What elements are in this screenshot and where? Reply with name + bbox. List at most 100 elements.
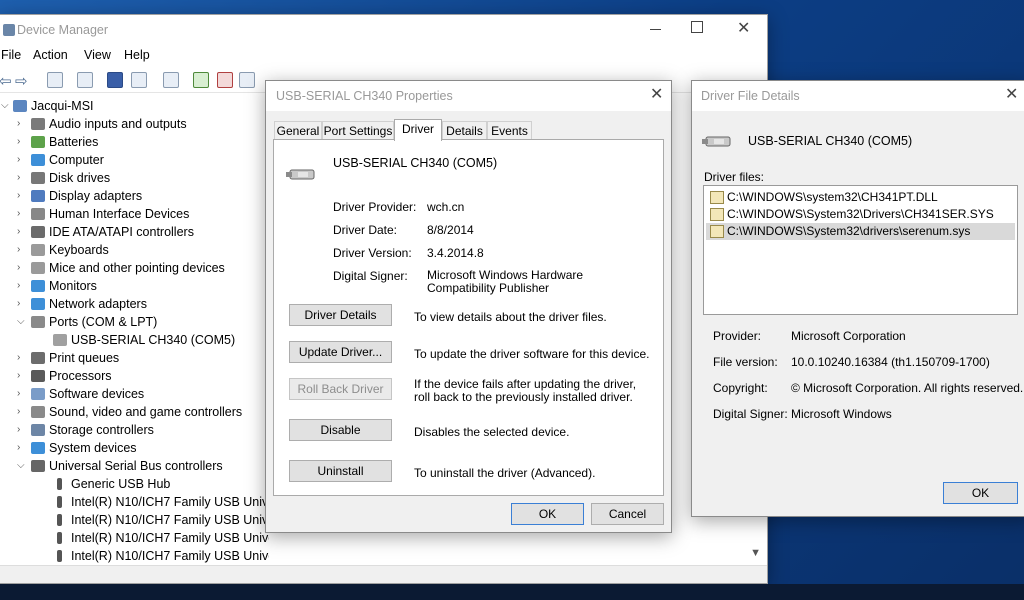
- expand-icon[interactable]: ›: [17, 187, 27, 205]
- driver-details-description: To view details about the driver files.: [414, 310, 607, 324]
- dialog-title: Driver File Details: [701, 89, 800, 103]
- menu-file[interactable]: File: [1, 48, 21, 62]
- driver-files-list[interactable]: C:\WINDOWS\system32\CH341PT.DLL C:\WINDO…: [703, 185, 1018, 315]
- close-button[interactable]: ✕: [650, 87, 663, 103]
- menu-action[interactable]: Action: [33, 48, 68, 62]
- tree-item[interactable]: › Display adapters: [0, 187, 269, 205]
- tree-item[interactable]: › Sound, video and game controllers: [0, 403, 269, 421]
- tree-item[interactable]: › Monitors: [0, 277, 269, 295]
- horizontal-scrollbar[interactable]: [0, 565, 767, 583]
- disable-button[interactable]: Disable: [289, 419, 392, 441]
- tree-item[interactable]: Generic USB Hub: [0, 475, 269, 493]
- tree-item[interactable]: Intel(R) N10/ICH7 Family USB Universal H…: [0, 529, 269, 547]
- tab-port-settings[interactable]: Port Settings: [322, 121, 394, 140]
- roll-back-driver-description: If the device fails after updating the d…: [414, 377, 637, 404]
- menu-bar: File Action View Help: [0, 45, 767, 67]
- tree-item[interactable]: › Network adapters: [0, 295, 269, 313]
- tree-item[interactable]: USB-SERIAL CH340 (COM5): [0, 331, 269, 349]
- expand-icon[interactable]: ›: [17, 349, 27, 367]
- expand-icon[interactable]: ›: [17, 115, 27, 133]
- collapse-icon[interactable]: ⌵: [17, 313, 27, 331]
- expand-icon[interactable]: ›: [17, 403, 27, 421]
- expand-icon[interactable]: ›: [17, 133, 27, 151]
- add-legacy-hardware-icon[interactable]: [239, 72, 255, 88]
- tab-general[interactable]: General: [274, 121, 322, 140]
- expand-icon[interactable]: ›: [17, 205, 27, 223]
- uninstall-device-icon[interactable]: [217, 72, 233, 88]
- tab-details[interactable]: Details: [442, 121, 487, 140]
- tree-item-label: Intel(R) N10/ICH7 Family USB Universal H…: [71, 549, 269, 563]
- update-driver-icon[interactable]: [193, 72, 209, 88]
- close-button[interactable]: ✕: [1005, 87, 1018, 103]
- ok-button[interactable]: OK: [511, 503, 584, 525]
- tab-events[interactable]: Events: [487, 121, 532, 140]
- uninstall-button[interactable]: Uninstall: [289, 460, 392, 482]
- list-item[interactable]: C:\WINDOWS\system32\CH341PT.DLL: [706, 189, 1015, 206]
- tree-item[interactable]: › Batteries: [0, 133, 269, 151]
- update-driver-button[interactable]: Update Driver...: [289, 341, 392, 363]
- device-manager-titlebar[interactable]: Device Manager ✕: [0, 15, 767, 45]
- properties-titlebar[interactable]: USB-SERIAL CH340 Properties ✕: [266, 81, 671, 111]
- tree-item[interactable]: Intel(R) N10/ICH7 Family USB Universal H…: [0, 511, 269, 529]
- view-icon[interactable]: [131, 72, 147, 88]
- speaker-icon: [31, 118, 45, 130]
- roll-back-driver-button[interactable]: Roll Back Driver: [289, 378, 392, 400]
- forward-arrow-icon[interactable]: ⇨: [15, 72, 28, 90]
- tree-item[interactable]: ⌵ Jacqui-MSI: [0, 97, 269, 115]
- expand-icon[interactable]: ›: [17, 151, 27, 169]
- expand-icon[interactable]: ›: [17, 169, 27, 187]
- tree-item[interactable]: ⌵ Universal Serial Bus controllers: [0, 457, 269, 475]
- tab-driver[interactable]: Driver: [394, 119, 442, 141]
- collapse-icon[interactable]: ⌵: [17, 457, 27, 475]
- back-arrow-icon[interactable]: ⇦: [0, 72, 12, 90]
- collapse-icon[interactable]: ⌵: [1, 97, 11, 115]
- keyboard-icon: [31, 244, 45, 256]
- tree-item[interactable]: › Storage controllers: [0, 421, 269, 439]
- tree-item[interactable]: › Disk drives: [0, 169, 269, 187]
- expand-icon[interactable]: ›: [17, 439, 27, 457]
- tree-item[interactable]: › Human Interface Devices: [0, 205, 269, 223]
- minimize-button[interactable]: [649, 21, 663, 35]
- expand-icon[interactable]: ›: [17, 241, 27, 259]
- show-hide-console-tree-icon[interactable]: [47, 72, 63, 88]
- driver-details-button[interactable]: Driver Details: [289, 304, 392, 326]
- tree-item[interactable]: › System devices: [0, 439, 269, 457]
- tree-item[interactable]: › IDE ATA/ATAPI controllers: [0, 223, 269, 241]
- usb-plug-icon: [57, 496, 62, 508]
- scan-hardware-icon[interactable]: [163, 72, 179, 88]
- list-item[interactable]: C:\WINDOWS\System32\Drivers\CH341SER.SYS: [706, 206, 1015, 223]
- expand-icon[interactable]: ›: [17, 367, 27, 385]
- maximize-button[interactable]: [691, 21, 703, 33]
- tree-item[interactable]: › Computer: [0, 151, 269, 169]
- ok-button[interactable]: OK: [943, 482, 1018, 504]
- expand-icon[interactable]: ›: [17, 223, 27, 241]
- sound-icon: [31, 406, 45, 418]
- driver-file-details-titlebar[interactable]: Driver File Details ✕: [692, 81, 1024, 111]
- properties-icon[interactable]: [77, 72, 93, 88]
- expand-icon[interactable]: ›: [17, 385, 27, 403]
- tree-item[interactable]: › Keyboards: [0, 241, 269, 259]
- menu-help[interactable]: Help: [124, 48, 150, 62]
- tree-item[interactable]: › Audio inputs and outputs: [0, 115, 269, 133]
- close-button[interactable]: ✕: [737, 21, 750, 37]
- expand-icon[interactable]: ›: [17, 277, 27, 295]
- tree-item[interactable]: Intel(R) N10/ICH7 Family USB Universal H…: [0, 493, 269, 511]
- tree-item[interactable]: Intel(R) N10/ICH7 Family USB Universal H…: [0, 547, 269, 565]
- expand-icon[interactable]: ›: [17, 421, 27, 439]
- menu-view[interactable]: View: [84, 48, 111, 62]
- cancel-button[interactable]: Cancel: [591, 503, 664, 525]
- tree-item-label: Universal Serial Bus controllers: [49, 459, 223, 473]
- expand-icon[interactable]: ›: [17, 259, 27, 277]
- help-icon[interactable]: [107, 72, 123, 88]
- tree-item[interactable]: › Print queues: [0, 349, 269, 367]
- scroll-down-icon[interactable]: ▼: [750, 547, 761, 559]
- tree-item[interactable]: › Software devices: [0, 385, 269, 403]
- list-item-selected[interactable]: C:\WINDOWS\System32\drivers\serenum.sys: [706, 223, 1015, 240]
- tree-item[interactable]: › Mice and other pointing devices: [0, 259, 269, 277]
- driver-tab-panel: USB-SERIAL CH340 (COM5) Driver Provider:…: [273, 139, 664, 496]
- tree-item[interactable]: › Processors: [0, 367, 269, 385]
- monitor-icon: [31, 280, 45, 292]
- tree-item-label: Human Interface Devices: [49, 207, 190, 221]
- tree-item[interactable]: ⌵ Ports (COM & LPT): [0, 313, 269, 331]
- expand-icon[interactable]: ›: [17, 295, 27, 313]
